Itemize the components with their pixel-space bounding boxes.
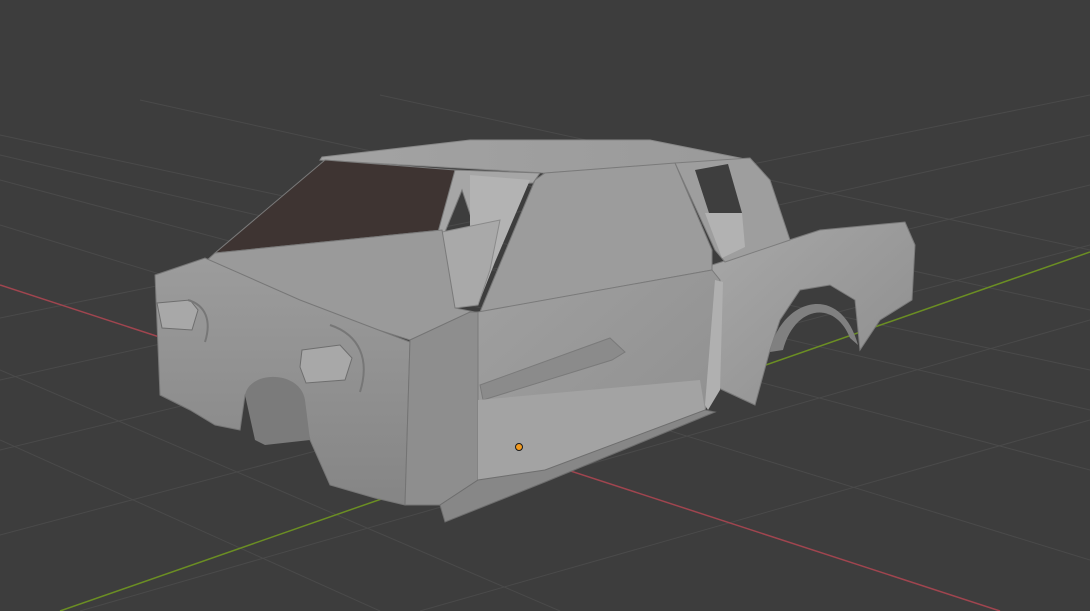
front-fender xyxy=(404,311,481,506)
viewport-canvas[interactable] xyxy=(0,0,1090,611)
object-origin-icon[interactable] xyxy=(515,443,523,451)
right-headlight xyxy=(299,344,353,384)
3d-viewport[interactable] xyxy=(0,0,1090,611)
left-headlight xyxy=(156,299,199,331)
